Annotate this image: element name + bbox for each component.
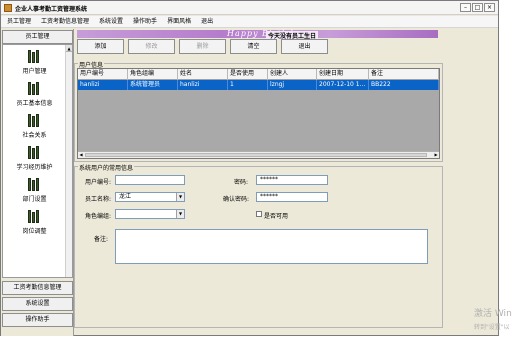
- sidebar-section-help[interactable]: 操作助手: [2, 313, 73, 327]
- chevron-down-icon[interactable]: ▼: [176, 210, 184, 218]
- table-cell: hanlizi: [78, 80, 128, 90]
- books-icon: [27, 209, 42, 223]
- menu-system-settings[interactable]: 系统设置: [99, 16, 123, 27]
- password-label: 密码:: [234, 179, 249, 186]
- table-cell: 系统管理员: [128, 80, 178, 90]
- clear-button[interactable]: 清空: [230, 39, 277, 54]
- sidebar-section-employee[interactable]: 员工管理: [2, 30, 73, 44]
- sidebar-item-label: 员工基本信息: [16, 100, 53, 107]
- sidebar-item-label: 用户管理: [22, 68, 47, 75]
- sidebar-item-label: 岗位调整: [22, 228, 47, 235]
- window-title: 企业人事考勤工资管理系统: [15, 6, 88, 13]
- column-header[interactable]: 创建人: [268, 69, 317, 80]
- sidebar-item-social-relations[interactable]: 社会关系: [3, 113, 66, 139]
- user-table: 用户编号 角色组编 姓名 是否使用 创建人 创建日期 备注 hanlizi 系统…: [77, 68, 440, 159]
- sidebar-item-positions[interactable]: 岗位调整: [3, 209, 66, 235]
- scroll-up-icon[interactable]: ▲: [66, 45, 72, 52]
- menu-ui-style[interactable]: 界面风格: [167, 16, 191, 27]
- activation-watermark-hint: 转到"设置"以: [474, 324, 510, 331]
- menu-employee-management[interactable]: 员工管理: [7, 16, 31, 27]
- toolbar: 添加 修改 删除 清空 退出: [77, 39, 328, 55]
- chevron-down-icon[interactable]: ▼: [176, 193, 184, 201]
- role-group-label: 角色编组:: [85, 213, 112, 220]
- sidebar-item-departments[interactable]: 部门设置: [3, 177, 66, 203]
- table-header: 用户编号 角色组编 姓名 是否使用 创建人 创建日期 备注: [78, 69, 439, 80]
- sidebar-item-label: 社会关系: [22, 132, 47, 139]
- activation-watermark: 激活 Win: [474, 309, 512, 319]
- sidebar: 员工管理 ▲ 用户管理 员工基本信息 社会关系 学习经历维护 部门设置 岗位调整…: [1, 29, 74, 336]
- table-cell: BB222: [369, 80, 439, 90]
- column-header[interactable]: 角色组编: [128, 69, 178, 80]
- scrollbar-thumb[interactable]: [85, 153, 427, 157]
- menu-exit[interactable]: 退出: [201, 16, 213, 27]
- title-bar: 企业人事考勤工资管理系统 – □ ×: [1, 1, 498, 15]
- table-cell: 1: [228, 80, 268, 90]
- enabled-label: 是否可用: [264, 213, 289, 220]
- employee-name-value: 龙江: [119, 193, 132, 200]
- sidebar-item-employee-info[interactable]: 员工基本信息: [3, 81, 66, 107]
- table-cell: hanlizi: [178, 80, 228, 90]
- menu-help[interactable]: 操作助手: [133, 16, 157, 27]
- table-row[interactable]: hanlizi 系统管理员 hanlizi 1 lzngj 2007-12-10…: [78, 80, 439, 90]
- password-field[interactable]: ******: [256, 175, 328, 185]
- sidebar-item-label: 部门设置: [22, 196, 47, 203]
- scroll-left-icon[interactable]: ◀: [78, 152, 84, 158]
- add-button[interactable]: 添加: [77, 39, 124, 54]
- sidebar-item-label: 学习经历维护: [16, 164, 53, 171]
- delete-button[interactable]: 删除: [179, 39, 226, 54]
- edit-button[interactable]: 修改: [128, 39, 175, 54]
- menu-bar: 员工管理 工资考勤信息管理 系统设置 操作助手 界面风格 退出: [1, 16, 498, 28]
- sidebar-section-system[interactable]: 系统设置: [2, 297, 73, 311]
- remark-label: 备注:: [94, 236, 109, 243]
- books-icon: [27, 81, 42, 95]
- role-group-select[interactable]: ▼: [115, 209, 185, 219]
- user-id-label: 用户编号:: [85, 179, 112, 186]
- horizontal-scrollbar[interactable]: ◀ ▶: [78, 151, 439, 158]
- table-cell: 2007-12-10 1...: [317, 80, 369, 90]
- books-icon: [27, 145, 42, 159]
- confirm-password-field[interactable]: ******: [256, 192, 328, 202]
- app-window: 企业人事考勤工资管理系统 – □ × 员工管理 工资考勤信息管理 系统设置 操作…: [0, 0, 499, 336]
- confirm-password-label: 确认密码:: [223, 196, 250, 203]
- scroll-right-icon[interactable]: ▶: [433, 152, 439, 158]
- books-icon: [27, 113, 42, 127]
- user-form-title: 系统用户的常用信息: [78, 163, 135, 172]
- employee-name-label: 员工名称:: [85, 196, 112, 203]
- column-header[interactable]: 用户编号: [78, 69, 128, 80]
- menu-payroll-attendance[interactable]: 工资考勤信息管理: [41, 16, 89, 27]
- column-header[interactable]: 是否使用: [228, 69, 268, 80]
- remark-textarea[interactable]: [115, 229, 428, 264]
- sidebar-section-payroll[interactable]: 工资考勤信息管理: [2, 281, 73, 295]
- enabled-checkbox[interactable]: [256, 211, 262, 217]
- close-button[interactable]: ×: [484, 3, 495, 12]
- app-icon: [4, 4, 12, 12]
- books-icon: [27, 177, 42, 191]
- maximize-button[interactable]: □: [472, 3, 483, 12]
- birthday-banner: Happy Birthday: [77, 29, 438, 38]
- table-cell: lzngj: [268, 80, 317, 90]
- books-icon: [27, 49, 42, 63]
- column-header[interactable]: 创建日期: [317, 69, 369, 80]
- sidebar-item-user-management[interactable]: 用户管理: [3, 49, 66, 75]
- column-header[interactable]: 备注: [369, 69, 439, 80]
- exit-button[interactable]: 退出: [281, 39, 328, 54]
- sidebar-scrollbar[interactable]: ▲: [65, 45, 72, 277]
- user-id-field[interactable]: [115, 175, 185, 185]
- sidebar-panel: ▲ 用户管理 员工基本信息 社会关系 学习经历维护 部门设置 岗位调整: [2, 44, 73, 278]
- sidebar-item-education[interactable]: 学习经历维护: [3, 145, 66, 171]
- employee-name-select[interactable]: 龙江 ▼: [115, 192, 185, 202]
- minimize-button[interactable]: –: [460, 3, 471, 12]
- column-header[interactable]: 姓名: [178, 69, 228, 80]
